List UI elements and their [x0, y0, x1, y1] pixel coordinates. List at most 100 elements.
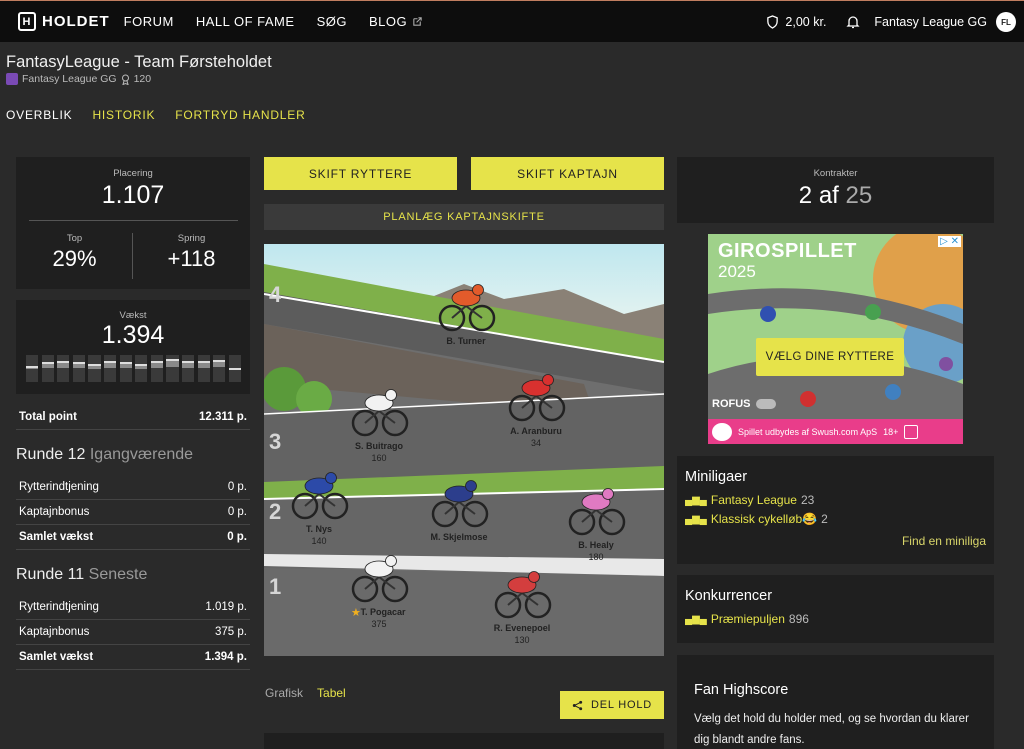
del-hold-button[interactable]: DEL HOLD [560, 691, 664, 719]
rider-name: B. Turner [446, 336, 486, 346]
league-badge-icon [6, 73, 18, 85]
vaekst-bar [150, 355, 163, 382]
swush-logo-icon [712, 422, 732, 441]
fan-highscore-card: Fan Highscore Vælg det hold du holder me… [677, 655, 994, 749]
vaekst-bar [72, 355, 85, 382]
vaekst-value: 1.394 [101, 321, 165, 349]
ad-info-icons[interactable]: ▷ ✕ [938, 236, 961, 247]
skift-ryttere-button[interactable]: SKIFT RYTTERE [264, 157, 457, 190]
runde11-row: Kaptajnbonus 375 p. [16, 620, 250, 645]
holdet-logo[interactable]: H HOLDET [18, 12, 110, 31]
rider-points: 140 [311, 536, 326, 546]
toggle-icon [755, 399, 776, 409]
view-grafisk[interactable]: Grafisk [265, 686, 303, 700]
divider [29, 220, 238, 221]
podium-icon: ▄▆▄ [685, 494, 707, 506]
shield-icon [767, 15, 779, 29]
competition-item[interactable]: ▄▆▄ Præmiepuljen 896 [685, 612, 809, 626]
captain-star-icon: ★ [351, 607, 361, 619]
vaekst-bar [26, 355, 39, 382]
vaekst-bar [57, 355, 70, 382]
total-row: Total point 12.311 p. [16, 405, 250, 430]
nav-hall-of-fame[interactable]: HALL OF FAME [196, 14, 295, 29]
team-score: 120 [133, 73, 152, 85]
runde12-name: Runde 12 [16, 446, 86, 463]
placering-label: Placering [113, 168, 153, 179]
ad-banner[interactable]: GIROSPILLET 2025 ▷ ✕ VÆLG DINE RYTTERE R… [708, 234, 963, 444]
konkurrencer-card: Konkurrencer ▄▆▄ Præmiepuljen 896 [677, 575, 994, 643]
skift-kaptajn-button[interactable]: SKIFT KAPTAJN [471, 157, 664, 190]
vaekst-card: Vækst 1.394 [16, 300, 250, 394]
vaekst-bar [197, 355, 210, 382]
vaekst-bar [135, 355, 148, 382]
avatar[interactable]: FL [996, 12, 1016, 32]
rider-name: A. Aranburu [510, 426, 562, 436]
ad-footer-text: Spillet udbydes af Swush.com ApS [738, 426, 878, 437]
placering-card: Placering 1.107 Top 29% Spring +118 [16, 157, 250, 289]
runde12-row: Kaptajnbonus 0 p. [16, 500, 250, 525]
vaekst-bar [213, 355, 226, 382]
league-name[interactable]: Fantasy League GG [22, 73, 117, 85]
find-miniliga-link[interactable]: Find en miniliga [902, 534, 986, 548]
del-hold-label: DEL HOLD [590, 699, 652, 711]
view-tabel[interactable]: Tabel [317, 686, 346, 700]
rider-points: 160 [371, 453, 386, 463]
minileague-name: Fantasy League [710, 493, 797, 507]
rider-points: 34 [531, 438, 541, 448]
kontrakter-value: 2 af 25 [677, 182, 994, 210]
competition-count: 896 [788, 612, 809, 626]
vaekst-bar [166, 355, 179, 382]
ad-cta[interactable]: VÆLG DINE RYTTERE [756, 338, 904, 376]
total-label: Total point [19, 411, 77, 423]
share-icon [572, 700, 583, 710]
runde11-title: Runde 11 Seneste [16, 566, 147, 584]
bell-icon[interactable] [846, 15, 860, 29]
planlaeg-kaptajnskifte-button[interactable]: PLANLÆG KAPTAJNSKIFTE [264, 204, 664, 230]
row-number: 2 [269, 499, 281, 524]
rider-name: T. Nys [306, 524, 332, 534]
minileague-item[interactable]: ▄▆▄ Klassisk cykelløb😂 2 [685, 512, 828, 526]
team-tabs: OVERBLIK HISTORIK FORTRYD HANDLER [6, 108, 306, 122]
balance[interactable]: 2,00 kr. [785, 15, 826, 29]
nav-forum[interactable]: FORUM [124, 14, 174, 29]
runde12-status: Igangværende [89, 446, 194, 463]
ad-footer: Spillet udbydes af Swush.com ApS 18+ [708, 419, 963, 444]
fan-title: Fan Highscore [694, 682, 789, 698]
row-value: 0 p. [227, 506, 247, 518]
vaekst-bar [228, 355, 242, 382]
nav-blog[interactable]: BLOG [369, 14, 423, 29]
vaekst-bar [41, 355, 54, 382]
row-label: Samlet vækst [19, 651, 94, 663]
row-value: 0 p. [227, 481, 247, 493]
ad-brand: ROFUS [712, 398, 776, 410]
next-card [264, 733, 664, 749]
runde11-row: Samlet vækst 1.394 p. [16, 645, 250, 670]
rider-points: 375 [371, 619, 386, 629]
fan-text: Vælg det hold du holder med, og se hvord… [694, 713, 969, 746]
row-number: 4 [269, 282, 282, 307]
miniligaer-title: Miniligaer [685, 469, 748, 485]
tab-fortryd-handler[interactable]: FORTRYD HANDLER [175, 108, 305, 122]
holdet-small-icon [904, 424, 919, 439]
view-toggle: Grafisk Tabel [265, 686, 346, 700]
row-label: Rytterindtjening [19, 601, 99, 613]
rider-name: B. Healy [578, 540, 614, 550]
minileague-item[interactable]: ▄▆▄ Fantasy League 23 [685, 493, 814, 507]
placering-value: 1.107 [101, 181, 165, 209]
spring-stat: Spring +118 [133, 233, 250, 272]
spring-value: +118 [167, 246, 216, 271]
podium-icon: ▄▆▄ [685, 513, 707, 525]
tab-historik[interactable]: HISTORIK [92, 108, 155, 122]
minileague-name: Klassisk cykelløb😂 [710, 512, 818, 526]
tab-overblik[interactable]: OVERBLIK [6, 108, 72, 122]
external-link-icon [413, 17, 422, 26]
rider-points: 180 [588, 552, 603, 562]
row-value: 1.394 p. [204, 651, 247, 663]
runde12-row: Samlet vækst 0 p. [16, 525, 250, 550]
logo-icon: H [18, 12, 36, 31]
user-name[interactable]: Fantasy League GG [874, 15, 987, 29]
runde11-name: Runde 11 [16, 566, 85, 583]
nav-search[interactable]: SØG [317, 14, 347, 29]
vaekst-bar [88, 355, 101, 382]
vaekst-bar [104, 355, 117, 382]
